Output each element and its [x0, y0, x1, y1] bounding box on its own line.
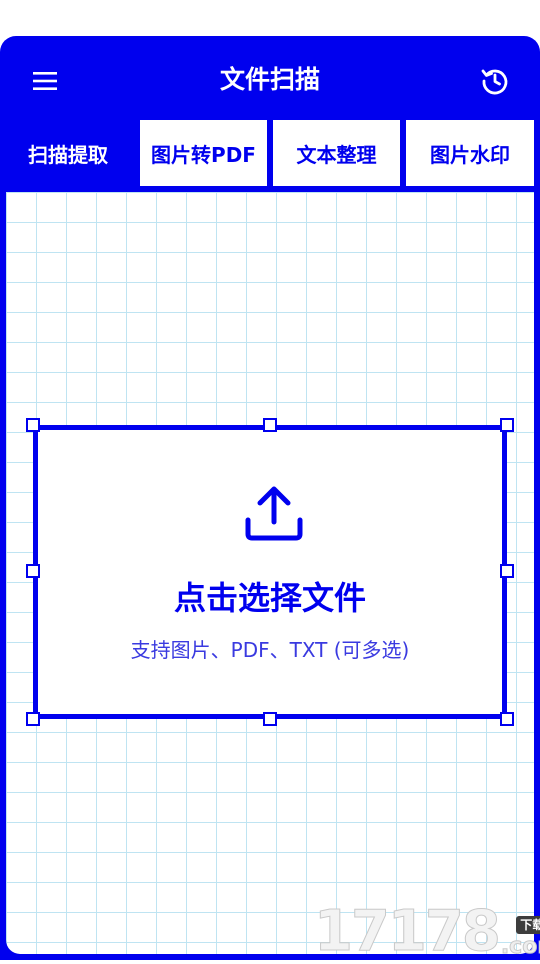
tab-scan-extract[interactable]: 扫描提取: [0, 120, 136, 186]
dropzone-subtitle: 支持图片、PDF、TXT (可多选): [130, 638, 410, 662]
resize-handle-top[interactable]: [263, 418, 277, 432]
resize-handle-bottom[interactable]: [263, 712, 277, 726]
tab-text-organize[interactable]: 文本整理: [273, 120, 400, 186]
resize-handle-top-left[interactable]: [26, 418, 40, 432]
file-dropzone[interactable]: 点击选择文件 支持图片、PDF、TXT (可多选): [26, 418, 514, 726]
tab-image-watermark[interactable]: 图片水印: [406, 120, 534, 186]
history-icon: [481, 69, 508, 95]
menu-button[interactable]: [26, 62, 64, 100]
watermark-right: 下载站 .com: [500, 916, 540, 960]
site-watermark: 17178 下载站 .com: [314, 898, 540, 960]
resize-handle-right[interactable]: [500, 564, 514, 578]
tab-image-to-pdf[interactable]: 图片转PDF: [140, 120, 267, 186]
menu-icon: [33, 72, 57, 90]
watermark-suffix: .com: [500, 934, 540, 960]
upload-icon: [245, 486, 303, 541]
watermark-number: 17178: [314, 899, 502, 964]
canvas-layer: 点击选择文件 支持图片、PDF、TXT (可多选): [6, 192, 534, 954]
page-title: 文件扫描: [219, 65, 320, 94]
history-button[interactable]: [476, 62, 514, 100]
app-header: 文件扫描: [0, 36, 540, 120]
resize-handle-top-right[interactable]: [500, 418, 514, 432]
watermark-badge: 下载站: [516, 916, 540, 934]
dropzone-title: 点击选择文件: [173, 579, 366, 617]
resize-handle-bottom-right[interactable]: [500, 712, 514, 726]
resize-handle-bottom-left[interactable]: [26, 712, 40, 726]
tab-bar: 扫描提取 图片转PDF 文本整理 图片水印: [0, 120, 540, 186]
